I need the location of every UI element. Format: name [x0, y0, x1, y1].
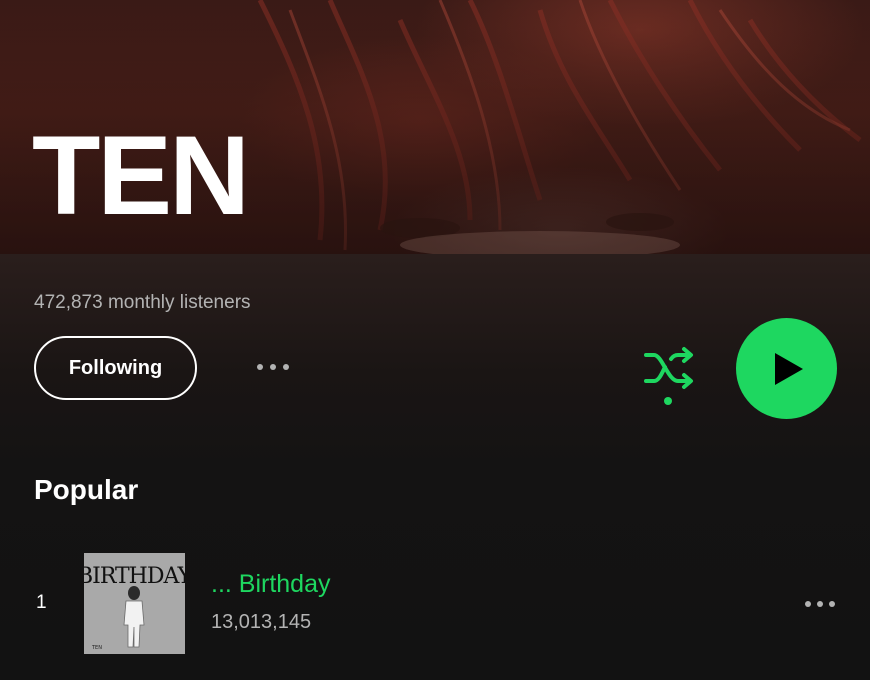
more-horizontal-icon: [270, 364, 276, 370]
more-horizontal-icon: [829, 601, 835, 607]
more-horizontal-icon: [283, 364, 289, 370]
shuffle-icon: [644, 347, 693, 405]
album-cover: BIRTHDAY TEN: [84, 553, 185, 654]
play-icon: [774, 352, 803, 385]
artist-header-image: TEN: [0, 0, 870, 254]
popular-section-title: Popular: [34, 474, 139, 505]
more-horizontal-icon: [805, 601, 811, 607]
more-horizontal-icon: [257, 364, 263, 370]
track-play-count: 13,013,145: [211, 611, 312, 633]
more-options-button[interactable]: [248, 352, 298, 382]
follow-button[interactable]: Following: [34, 336, 197, 400]
play-button[interactable]: [736, 318, 837, 419]
more-horizontal-icon: [817, 601, 823, 607]
track-rank: 1: [36, 592, 47, 613]
album-cover-art: BIRTHDAY TEN: [84, 553, 185, 654]
track-more-button[interactable]: [798, 594, 842, 614]
shuffle-button[interactable]: [640, 345, 698, 407]
artist-name: TEN: [32, 113, 250, 238]
monthly-listeners: 472,873 monthly listeners: [34, 292, 251, 313]
track-row[interactable]: 1 BIRTHDAY TEN ... Birthday 13,013,145: [0, 548, 870, 658]
svg-text:TEN: TEN: [91, 645, 102, 651]
svg-text:BIRTHDAY: BIRTHDAY: [84, 564, 185, 589]
track-title[interactable]: ... Birthday: [211, 570, 331, 599]
